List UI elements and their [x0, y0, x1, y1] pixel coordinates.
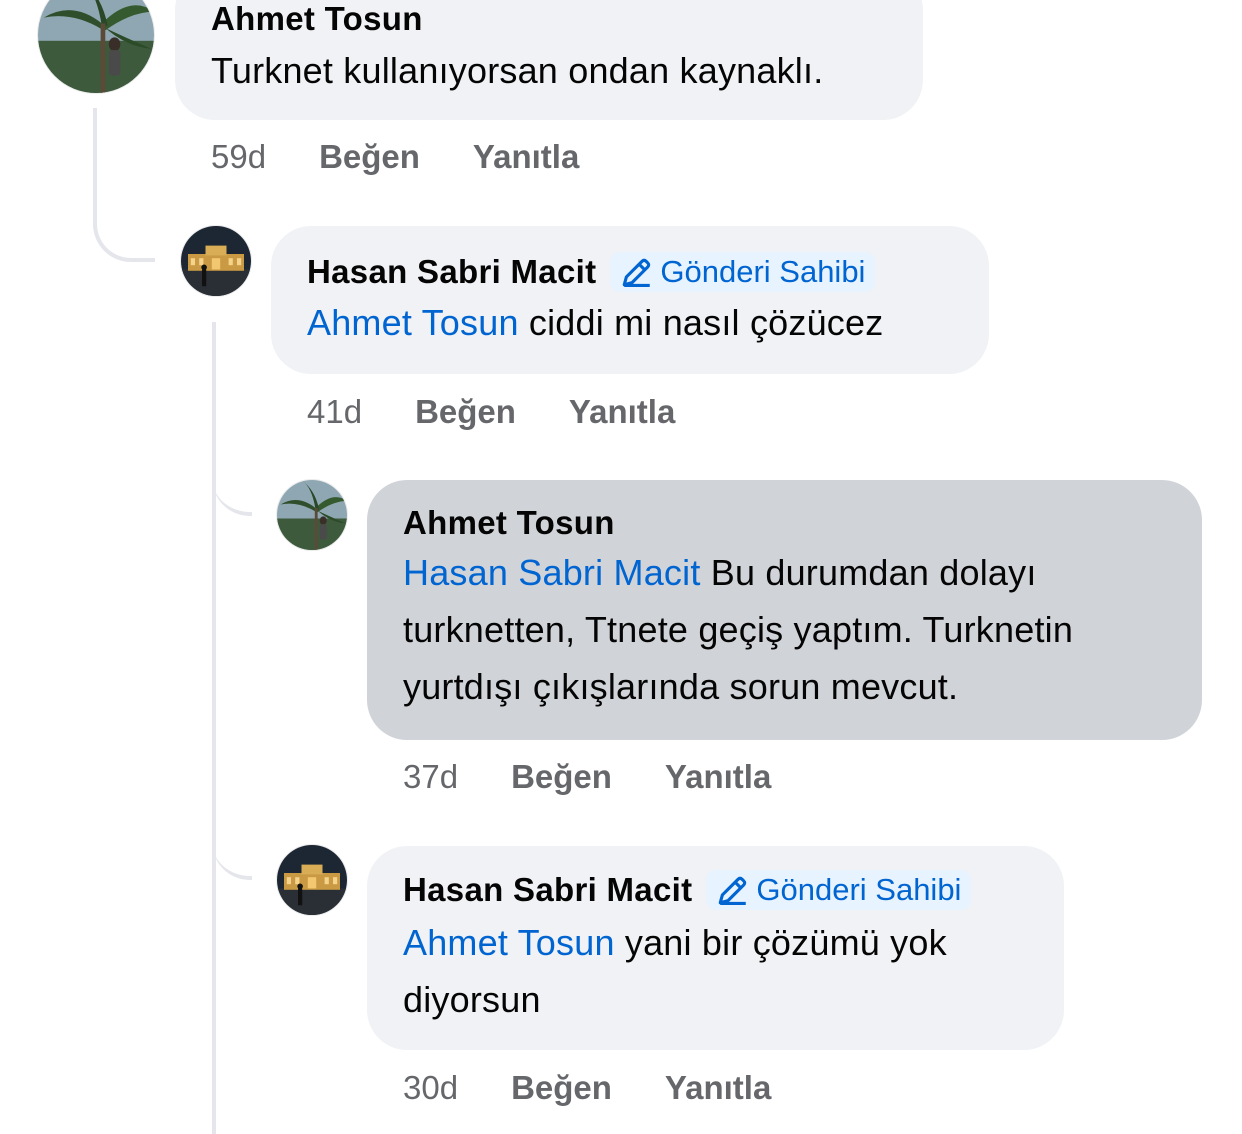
comment-text-line: turknetten, Ttnete geçiş yaptım. Turknet… — [403, 609, 1074, 650]
comment-actions: 37d Beğen Yanıtla — [403, 758, 771, 796]
mention-link[interactable]: Ahmet Tosun — [307, 302, 519, 343]
avatar[interactable] — [276, 844, 348, 916]
comment-actions: 59d Beğen Yanıtla — [211, 138, 579, 176]
pencil-icon — [623, 258, 651, 288]
mention-link[interactable]: Ahmet Tosun — [403, 922, 615, 963]
comment-text: Turknet kullanıyorsan ondan kaynaklı. — [211, 50, 824, 91]
comment-bubble-highlighted: Ahmet Tosun Hasan Sabri Macit Bu durumda… — [367, 480, 1202, 740]
comment-text-line: yani bir çözümü yok — [624, 922, 947, 963]
comment-time[interactable]: 59d — [211, 138, 266, 176]
night-building-photo-icon — [181, 226, 251, 296]
comment-author[interactable]: Ahmet Tosun — [211, 0, 423, 38]
comment-text-line: yurtdışı çıkışlarında sorun mevcut. — [403, 666, 959, 707]
like-button[interactable]: Beğen — [319, 138, 420, 176]
comment-bubble: Ahmet Tosun Turknet kullanıyorsan ondan … — [175, 0, 923, 120]
comment-bubble: Hasan Sabri Macit Gönderi Sahibi Ahmet T… — [271, 226, 989, 374]
comment-text-line: diyorsun — [403, 979, 541, 1020]
post-owner-badge: Gönderi Sahibi — [610, 252, 876, 292]
thread-connector — [93, 108, 155, 262]
avatar[interactable] — [276, 479, 348, 551]
like-button[interactable]: Beğen — [511, 758, 612, 796]
palm-tree-photo-icon — [38, 0, 154, 93]
avatar[interactable] — [180, 225, 252, 297]
comment-bubble: Hasan Sabri Macit Gönderi Sahibi Ahmet T… — [367, 846, 1064, 1050]
comment-text: ciddi mi nasıl çözücez — [528, 302, 884, 343]
reply-button[interactable]: Yanıtla — [569, 393, 675, 431]
comment-author[interactable]: Hasan Sabri Macit — [307, 253, 596, 291]
comment-actions: 41d Beğen Yanıtla — [307, 393, 675, 431]
post-owner-badge: Gönderi Sahibi — [706, 870, 972, 910]
night-building-photo-icon — [277, 845, 347, 915]
comment-time[interactable]: 30d — [403, 1069, 458, 1107]
mention-link[interactable]: Hasan Sabri Macit — [403, 552, 701, 593]
comment-time[interactable]: 37d — [403, 758, 458, 796]
badge-label: Gönderi Sahibi — [660, 254, 866, 289]
reply-button[interactable]: Yanıtla — [473, 138, 579, 176]
comment-thread: Ahmet Tosun Turknet kullanıyorsan ondan … — [0, 0, 1242, 1134]
comment-time[interactable]: 41d — [307, 393, 362, 431]
pencil-icon — [719, 876, 747, 906]
comment-text-line: Bu durumdan dolayı — [710, 552, 1037, 593]
palm-tree-photo-icon — [277, 480, 347, 550]
avatar[interactable] — [37, 0, 155, 94]
reply-button[interactable]: Yanıtla — [665, 1069, 771, 1107]
like-button[interactable]: Beğen — [511, 1069, 612, 1107]
comment-actions: 30d Beğen Yanıtla — [403, 1069, 771, 1107]
comment-author[interactable]: Hasan Sabri Macit — [403, 871, 692, 909]
thread-connector — [212, 800, 252, 880]
thread-connector — [212, 440, 252, 516]
like-button[interactable]: Beğen — [415, 393, 516, 431]
reply-button[interactable]: Yanıtla — [665, 758, 771, 796]
badge-label: Gönderi Sahibi — [756, 872, 962, 907]
comment-author[interactable]: Ahmet Tosun — [403, 504, 615, 542]
